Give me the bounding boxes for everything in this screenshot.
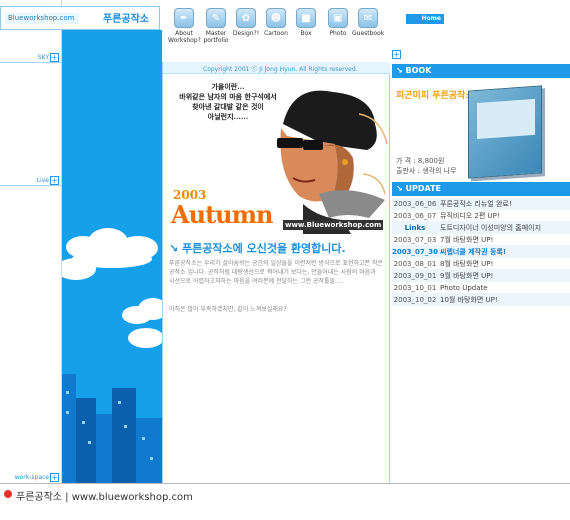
pen-icon: ✒ bbox=[174, 8, 194, 28]
left-column: SKY + Live + work-space + bbox=[0, 0, 62, 483]
copyright: Copyright 2001 ⓒ Ji Jong Hyun. All Right… bbox=[203, 66, 358, 73]
window bbox=[124, 425, 127, 428]
nav-design[interactable]: ✿ Design?! bbox=[230, 8, 262, 37]
home-button[interactable]: Home bbox=[406, 14, 444, 24]
arrow-icon: ↘ bbox=[396, 184, 406, 193]
list-item[interactable]: 2003_10_01 Photo Update bbox=[392, 282, 570, 294]
nav-about[interactable]: ✒ About Workshop? bbox=[168, 8, 201, 44]
list-item[interactable]: 2003_07_03 7월 바탕화면 UP! bbox=[392, 234, 570, 246]
cloud bbox=[62, 258, 96, 280]
photo-icon: ▣ bbox=[328, 8, 348, 28]
caption-text: 푸른공작소 | www.blueworkshop.com bbox=[16, 492, 193, 503]
book-header: ↘ BOOK bbox=[392, 64, 570, 78]
logo-url: Blueworkshop.com bbox=[5, 13, 79, 24]
plus-icon[interactable]: + bbox=[392, 50, 401, 59]
building bbox=[76, 398, 96, 483]
window bbox=[118, 401, 121, 404]
list-item[interactable]: 2003_07_30 씨랩너클 제작권 등록! bbox=[392, 246, 570, 258]
top-nav: ✒ About Workshop? ✎ Master portfolio ✿ D… bbox=[162, 0, 390, 62]
window bbox=[88, 441, 91, 444]
book-publisher: 출판사 : 생각의 나무 bbox=[396, 167, 457, 175]
live-plus-icon[interactable]: + bbox=[50, 176, 59, 185]
cloud bbox=[138, 298, 162, 320]
design-icon: ✿ bbox=[236, 8, 256, 28]
logo[interactable]: Blueworkshop.com 푸른공작소 bbox=[0, 6, 160, 30]
intro-text-2: 아직은 많이 부족하겠지만, 같이 느껴보실래요? bbox=[169, 306, 287, 313]
list-item[interactable]: 2003_10_02 10월 바탕화면 UP! bbox=[392, 294, 570, 306]
list-item[interactable]: 2003_06_06 푸른공작소 리뉴얼 완료! bbox=[392, 198, 570, 210]
building bbox=[112, 388, 136, 483]
window bbox=[150, 457, 153, 460]
update-list: 2003_06_06 푸른공작소 리뉴얼 완료! 2003_06_07 뮤직비디오 … bbox=[392, 198, 570, 306]
arrow-icon: ↘ bbox=[169, 242, 183, 255]
update-header: ↘ UPDATE bbox=[392, 182, 570, 196]
book-price: 가 격 : 8,800원 bbox=[396, 157, 445, 165]
book-title[interactable]: 피곤미피 푸른공작소 bbox=[396, 88, 474, 101]
cartoon-icon: ☻ bbox=[266, 8, 286, 28]
box-icon: ■ bbox=[296, 8, 316, 28]
guestbook-icon: ✉ bbox=[358, 8, 378, 28]
list-item[interactable]: 2003_08_01 8월 바탕화면 UP! bbox=[392, 258, 570, 270]
building bbox=[136, 418, 162, 483]
book-info: 가 격 : 8,800원 출판사 : 생각의 나무 bbox=[396, 156, 457, 176]
site-frame: SKY + Live + work-space + Blueworkshop.c… bbox=[0, 0, 570, 484]
arrow-icon: ↘ bbox=[396, 66, 406, 75]
logo-title: 푸른공작소 bbox=[103, 14, 149, 25]
window bbox=[66, 391, 69, 394]
cloud bbox=[128, 328, 162, 348]
list-item[interactable]: 2003_09_01 9월 바탕화면 UP! bbox=[392, 270, 570, 282]
welcome-heading: ↘ 푸른공작소에 오신것을 환영합니다. bbox=[169, 242, 346, 255]
right-column: Home + ↘ BOOK 피곤미피 푸른공작소 가 격 : 8,800원 출판… bbox=[390, 0, 570, 483]
copyright-bar: Copyright 2001 ⓒ Ji Jong Hyun. All Right… bbox=[163, 62, 390, 74]
nav-box[interactable]: ■ Box bbox=[290, 8, 322, 37]
nav-portfolio[interactable]: ✎ Master portfolio bbox=[200, 8, 232, 44]
bullet-icon bbox=[4, 490, 12, 498]
list-item[interactable]: 2003_06_07 뮤직비디오 2편 UP! bbox=[392, 210, 570, 222]
caption: 푸른공작소 | www.blueworkshop.com bbox=[0, 486, 570, 506]
nav-photo[interactable]: ▣ Photo bbox=[322, 8, 354, 37]
workspace-label: work-space bbox=[14, 474, 49, 481]
window bbox=[142, 437, 145, 440]
divider bbox=[0, 185, 62, 186]
main-content: Copyright 2001 ⓒ Ji Jong Hyun. All Right… bbox=[162, 62, 390, 483]
season-text: Autumn bbox=[171, 200, 273, 229]
nav-guestbook[interactable]: ✉ Guestbook bbox=[352, 8, 384, 37]
window bbox=[82, 421, 85, 424]
nav-cartoon[interactable]: ☻ Cartoon bbox=[260, 8, 292, 37]
book-cover-art bbox=[477, 98, 535, 139]
site-url: www.Blueworkshop.com bbox=[283, 220, 384, 230]
book-cover[interactable] bbox=[468, 85, 542, 179]
workspace-plus-icon[interactable]: + bbox=[50, 473, 59, 482]
live-label: Live bbox=[36, 177, 49, 184]
illustration-man bbox=[277, 90, 388, 234]
brush-icon: ✎ bbox=[206, 8, 226, 28]
list-item[interactable]: Links 도트디자이너 이성미양의 홈페이지 bbox=[392, 222, 570, 234]
sky-plus-icon[interactable]: + bbox=[50, 53, 59, 62]
window bbox=[66, 411, 69, 414]
sky-label: SKY bbox=[37, 54, 49, 61]
building bbox=[62, 374, 76, 483]
building bbox=[96, 414, 112, 483]
divider bbox=[0, 62, 62, 63]
sky-strip bbox=[62, 0, 162, 483]
intro-text: 푸른공작소는 우리가 살아숨쉬는 공간의 일상들을 이런저런 방식으로 표현하고… bbox=[169, 260, 383, 285]
